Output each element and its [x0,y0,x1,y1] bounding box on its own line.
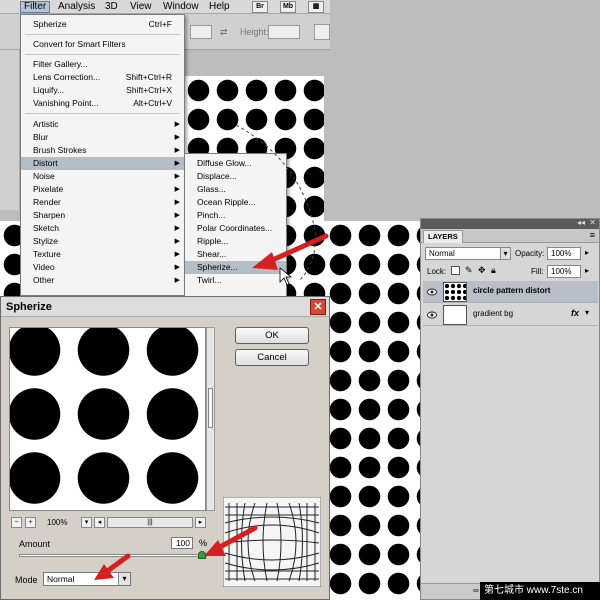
mouse-cursor-icon [279,267,293,286]
annotation-overlay [94,124,329,580]
watermark: 第七城市 www.7ste.cn [480,582,600,600]
red-arrow-spherize [252,233,329,270]
red-arrow-amount [204,525,258,556]
red-arrow-mode [94,553,131,580]
